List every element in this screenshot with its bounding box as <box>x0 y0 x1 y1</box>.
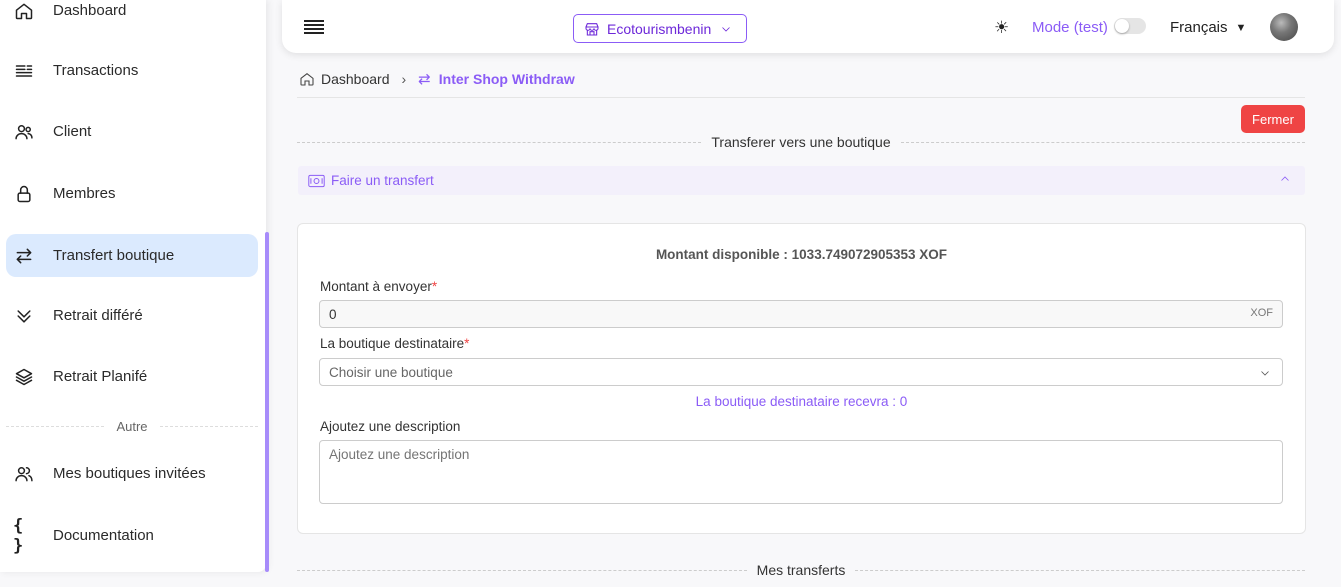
description-label: Ajoutez une description <box>320 419 461 434</box>
breadcrumb: Dashboard › ⇄ Inter Shop Withdraw <box>299 70 575 88</box>
sidebar-item-mes-boutiques-invitees[interactable]: Mes boutiques invitées <box>6 452 258 495</box>
top-bar: Ecotourismbenin ☀ Mode (test) Français ▼ <box>282 0 1334 53</box>
sidebar-item-label: Documentation <box>53 527 154 544</box>
section-divider: Transferer vers une boutique <box>297 134 1305 150</box>
lock-icon <box>13 183 35 205</box>
store-icon <box>585 22 599 36</box>
sidebar-item-label: Membres <box>53 185 116 202</box>
sun-icon[interactable]: ☀ <box>994 18 1009 38</box>
accordion-title: Faire un transfert <box>331 173 434 188</box>
amount-input[interactable]: 0 XOF <box>319 300 1283 328</box>
breadcrumb-home[interactable]: Dashboard <box>321 71 390 87</box>
sidebar-item-retrait-differe[interactable]: Retrait différé <box>6 294 258 337</box>
shop-select[interactable]: Choisir une boutique <box>319 358 1283 386</box>
sidebar-section-label: Autre <box>6 419 258 434</box>
sidebar-item-transactions[interactable]: Transactions <box>6 49 258 92</box>
money-icon <box>308 174 325 187</box>
sidebar-item-label: Transactions <box>53 62 139 79</box>
chevron-down-icon <box>722 26 731 32</box>
language-selector[interactable]: Français ▼ <box>1170 19 1246 36</box>
currency-suffix: XOF <box>1250 307 1273 319</box>
amount-label: Montant à envoyer* <box>320 279 438 294</box>
sidebar-item-label: Dashboard <box>53 2 127 19</box>
sidebar-item-documentation[interactable]: { } Documentation <box>6 514 258 557</box>
shop-select-placeholder: Choisir une boutique <box>329 364 453 380</box>
language-label: Français <box>1170 19 1228 36</box>
menu-icon[interactable] <box>304 20 324 34</box>
sidebar-scrollbar[interactable] <box>265 232 269 572</box>
sidebar-item-label: Retrait Planifé <box>53 368 148 385</box>
amount-value: 0 <box>329 306 337 322</box>
sidebar-item-membres[interactable]: Membres <box>6 172 258 215</box>
transfer-arrows-icon: ⇄ <box>418 71 431 88</box>
sidebar: Dashboard Transactions Client Membres Tr… <box>0 0 266 572</box>
sidebar-item-retrait-planife[interactable]: Retrait Planifé <box>6 355 258 398</box>
sidebar-item-label: Client <box>53 123 92 140</box>
available-balance: Montant disponible : 1033.749072905353 X… <box>655 247 948 262</box>
layers-icon <box>13 366 35 388</box>
section-title: Transferer vers une boutique <box>711 134 891 150</box>
sidebar-item-label: Mes boutiques invitées <box>53 465 206 482</box>
breadcrumb-divider <box>297 97 1305 98</box>
users-icon <box>13 121 35 143</box>
transfer-form: Montant disponible : 1033.749072905353 X… <box>297 223 1306 534</box>
chevron-up-icon <box>1281 176 1289 181</box>
shop-selector[interactable]: Ecotourismbenin <box>573 14 747 43</box>
sidebar-item-label: Retrait différé <box>53 307 143 324</box>
users-icon <box>13 463 35 485</box>
mode-label: Mode (test) <box>1032 19 1108 36</box>
list-icon <box>13 60 35 82</box>
close-button[interactable]: Fermer <box>1241 105 1305 133</box>
chevron-right-icon: › <box>401 71 407 87</box>
transfers-divider: Mes transferts <box>297 562 1305 578</box>
shop-selector-label: Ecotourismbenin <box>607 20 712 37</box>
sidebar-item-label: Transfert boutique <box>53 247 175 264</box>
sidebar-item-dashboard[interactable]: Dashboard <box>6 0 258 32</box>
transfer-arrows-icon <box>13 245 35 267</box>
braces-icon: { } <box>13 515 24 556</box>
transfer-accordion-header[interactable]: Faire un transfert <box>298 166 1305 195</box>
avatar[interactable] <box>1270 13 1298 41</box>
receive-amount-text: La boutique destinataire recevra : 0 <box>695 394 908 409</box>
shop-label: La boutique destinataire* <box>320 336 470 351</box>
home-icon <box>13 0 35 22</box>
sidebar-item-transfert-boutique[interactable]: Transfert boutique <box>6 234 258 277</box>
description-textarea[interactable] <box>319 440 1283 504</box>
double-chevron-down-icon <box>13 305 35 327</box>
home-icon <box>300 72 314 86</box>
sidebar-item-client[interactable]: Client <box>6 110 258 153</box>
transfers-title: Mes transferts <box>756 562 846 578</box>
chevron-down-icon: ▼ <box>1235 21 1247 34</box>
mode-toggle[interactable] <box>1114 18 1146 34</box>
breadcrumb-current: Inter Shop Withdraw <box>438 71 575 87</box>
chevron-down-icon <box>1261 371 1269 376</box>
